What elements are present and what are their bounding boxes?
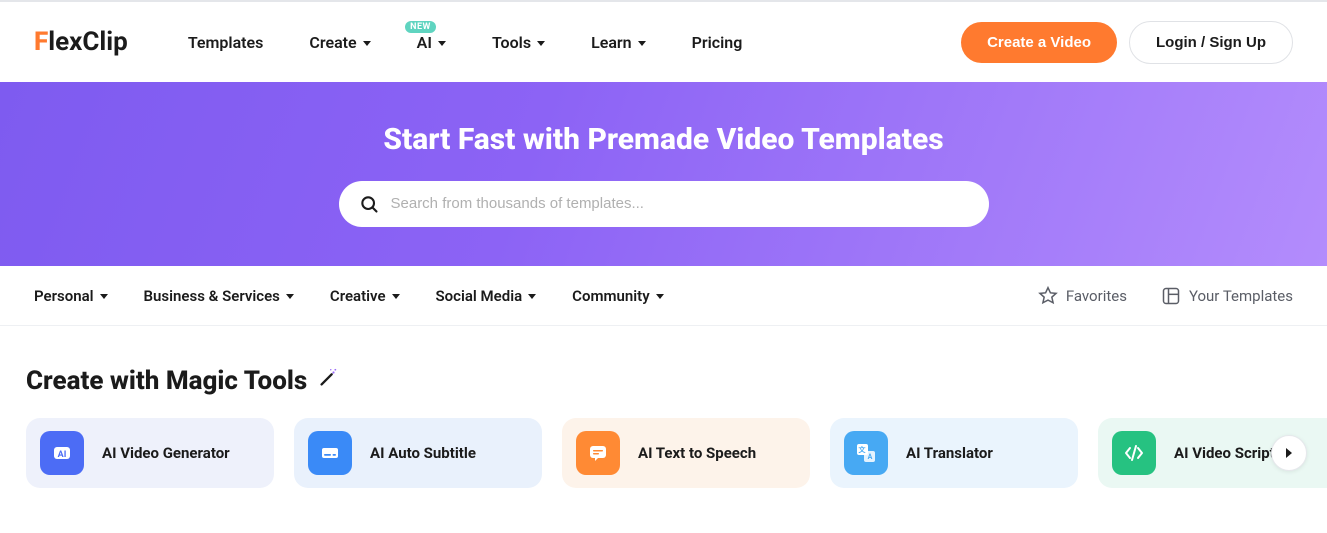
script-icon [1112,431,1156,475]
nav-create[interactable]: Create [309,33,370,52]
login-signup-button[interactable]: Login / Sign Up [1129,21,1293,64]
tool-label: AI Text to Speech [638,444,756,462]
logo-f-icon: F [34,27,48,57]
magic-tools-section: Create with Magic Tools AI AI Video Gener… [0,326,1327,488]
category-personal[interactable]: Personal [34,287,108,305]
tool-label: AI Video Generator [102,444,230,462]
chevron-down-icon [392,294,400,299]
nav-label: Templates [188,33,264,52]
your-templates-label: Your Templates [1189,287,1293,305]
section-title-text: Create with Magic Tools [26,366,307,396]
chevron-right-icon [1286,448,1292,458]
category-social[interactable]: Social Media [436,287,537,305]
ai-icon: AI [40,431,84,475]
main-nav: Templates Create AI NEW Tools Learn Pric… [188,33,743,52]
category-filters: Personal Business & Services Creative So… [34,287,664,305]
tool-label: AI Auto Subtitle [370,444,476,462]
search-box[interactable] [339,181,989,227]
nav-label: Learn [591,33,632,52]
speech-icon [576,431,620,475]
translate-icon: 文A [844,431,888,475]
hero-section: Start Fast with Premade Video Templates [0,82,1327,266]
tool-label: AI Translator [906,444,993,462]
star-icon [1038,286,1058,306]
hero-title: Start Fast with Premade Video Templates [383,122,943,157]
nav-label: AI [417,33,432,52]
svg-text:A: A [868,453,873,461]
nav-ai[interactable]: AI NEW [417,33,446,52]
category-label: Creative [330,287,386,305]
nav-learn[interactable]: Learn [591,33,646,52]
category-label: Social Media [436,287,523,305]
chevron-down-icon [438,41,446,46]
svg-text:文: 文 [859,445,867,454]
favorites-label: Favorites [1066,287,1127,305]
nav-pricing[interactable]: Pricing [692,33,743,52]
nav-templates[interactable]: Templates [188,33,264,52]
categories-bar: Personal Business & Services Creative So… [0,266,1327,326]
category-label: Personal [34,287,94,305]
chevron-down-icon [638,41,646,46]
tools-row: AI AI Video Generator AI Auto Subtitle AI T… [26,418,1301,488]
tool-card[interactable]: AI Auto Subtitle [294,418,542,488]
scroll-next-button[interactable] [1271,435,1307,471]
your-templates-link[interactable]: Your Templates [1161,286,1293,306]
subtitle-icon [308,431,352,475]
nav-tools[interactable]: Tools [492,33,545,52]
category-creative[interactable]: Creative [330,287,400,305]
chevron-down-icon [286,294,294,299]
create-video-button[interactable]: Create a Video [961,22,1117,63]
logo-text: lexClip [48,27,128,57]
svg-text:AI: AI [58,450,67,460]
nav-label: Create [309,33,356,52]
category-right: Favorites Your Templates [1038,286,1293,306]
chevron-down-icon [537,41,545,46]
section-title: Create with Magic Tools [26,366,1301,396]
tool-card[interactable]: AI Text to Speech [562,418,810,488]
category-label: Business & Services [144,287,280,305]
category-label: Community [572,287,650,305]
search-input[interactable] [391,195,969,212]
chevron-down-icon [363,41,371,46]
search-icon [359,194,379,214]
templates-icon [1161,286,1181,306]
chevron-down-icon [528,294,536,299]
nav-label: Pricing [692,33,743,52]
tool-label: AI Video Script [1174,444,1275,462]
wand-icon [317,367,339,395]
chevron-down-icon [656,294,664,299]
chevron-down-icon [100,294,108,299]
category-business[interactable]: Business & Services [144,287,294,305]
tool-card[interactable]: 文A AI Translator [830,418,1078,488]
nav-label: Tools [492,33,531,52]
tool-card[interactable]: AI AI Video Generator [26,418,274,488]
category-community[interactable]: Community [572,287,664,305]
header: FlexClip Templates Create AI NEW Tools L… [0,2,1327,82]
logo[interactable]: FlexClip [34,27,128,57]
header-actions: Create a Video Login / Sign Up [961,21,1293,64]
favorites-link[interactable]: Favorites [1038,286,1127,306]
new-badge: NEW [405,21,436,33]
